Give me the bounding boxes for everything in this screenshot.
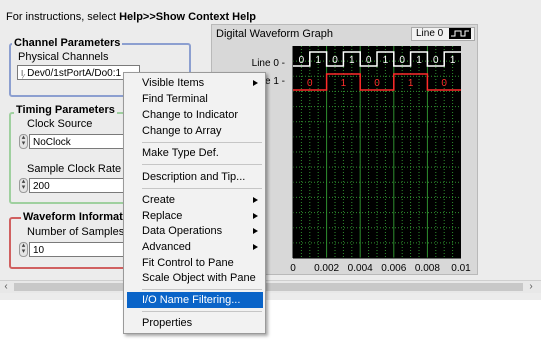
clock-source-stepper[interactable]: ▴ ▾ [19,134,28,149]
line-0-bit-label: 0 [299,55,305,66]
clock-source-field[interactable]: NoClock [29,134,129,149]
menu-item-label: Visible Items [142,77,205,89]
menu-separator [142,311,262,312]
line-1-bit-label: 1 [408,78,414,89]
io-name-icon: I⁄ [21,69,25,81]
menu-item-find-terminal[interactable]: Find Terminal [124,91,265,107]
sample-clock-rate-stepper[interactable]: ▴ ▾ [19,178,28,193]
scroll-left-arrow-icon[interactable]: ‹ [0,281,12,293]
menu-separator [142,289,262,290]
physical-channels-field[interactable]: I⁄ Dev0/1stPortA/Do0:1 [17,65,140,81]
menu-item-scale-object-with-pane[interactable]: Scale Object with Pane [124,270,265,286]
line-1-bit-label: 0 [374,78,380,89]
line-0-bit-label: 0 [399,55,405,66]
channel-parameters-title: Channel Parameters [12,37,123,49]
line-0-bit-label: 0 [366,55,372,66]
x-tick-label: 0.004 [348,263,373,274]
line-0-bit-label: 1 [416,55,422,66]
line-0-bit-label: 0 [332,55,338,66]
scroll-right-arrow-icon[interactable]: › [525,281,537,293]
submenu-arrow-icon [253,228,258,234]
submenu-arrow-icon [253,213,258,219]
menu-item-fit-control-to-pane[interactable]: Fit Control to Pane [124,255,265,271]
x-tick-label: 0.01 [451,263,471,274]
sample-clock-rate-field[interactable]: 200 [29,178,129,193]
line-1-bit-label: 0 [307,78,313,89]
menu-item-label: Scale Object with Pane [142,272,256,284]
number-of-samples-stepper[interactable]: ▴ ▾ [19,242,28,257]
timing-parameters-title: Timing Parameters [14,104,117,116]
line-0-bit-label: 0 [433,55,439,66]
menu-item-create[interactable]: Create [124,192,265,208]
menu-item-label: Description and Tip... [142,171,246,183]
submenu-arrow-icon [253,244,258,250]
number-of-samples-label: Number of Samples [27,226,125,238]
submenu-arrow-icon [253,80,258,86]
menu-item-label: Create [142,194,176,206]
x-tick-label: 0 [290,263,296,274]
menu-item-label: Make Type Def. [142,147,219,159]
physical-channels-value: Dev0/1stPortA/Do0:1 [27,68,122,79]
line-1-bit-label: 1 [341,78,347,89]
menu-separator [142,142,262,143]
menu-item-advanced[interactable]: Advanced [124,239,265,255]
clock-source-label: Clock Source [27,118,93,130]
line-0-bit-label: 1 [383,55,389,66]
menu-item-label: I/O Name Filtering... [142,294,241,306]
menu-item-label: Advanced [142,241,191,253]
menu-separator [142,188,262,189]
instructions-menu-path: Help>>Show Context Help [119,11,257,23]
menu-item-label: Find Terminal [142,93,208,105]
sample-clock-rate-label: Sample Clock Rate [27,163,122,175]
menu-item-properties[interactable]: Properties [124,315,265,331]
scrollbar-thumb[interactable] [14,283,523,291]
physical-channels-label: Physical Channels [18,51,109,63]
context-menu: Visible Items Find Terminal Change to In… [123,72,266,334]
menu-item-change-to-indicator[interactable]: Change to Indicator [124,107,265,123]
menu-item-change-to-array[interactable]: Change to Array [124,123,265,139]
menu-item-description-and-tip[interactable]: Description and Tip... [124,169,265,185]
line-0-label: Line 0 - [252,58,285,69]
number-of-samples-field[interactable]: 10 [29,242,129,257]
menu-item-io-name-filtering[interactable]: I/O Name Filtering... [127,292,263,308]
menu-item-label: Replace [142,210,183,222]
line-0-bit-label: 1 [349,55,355,66]
menu-item-data-operations[interactable]: Data Operations [124,223,265,239]
menu-item-make-type-def[interactable]: Make Type Def. [124,145,265,161]
menu-separator [142,164,262,165]
horizontal-scrollbar[interactable]: ‹ › [0,280,541,293]
menu-item-label: Fit Control to Pane [142,257,234,269]
x-tick-label: 0.008 [415,263,440,274]
waveform-information-title: Waveform Informatio [21,211,135,223]
line-1-bit-label: 0 [441,78,447,89]
menu-item-label: Data Operations [142,225,223,237]
x-tick-label: 0.002 [314,263,339,274]
front-panel: For instructions, select Help>>Show Cont… [0,0,541,300]
menu-item-label: Properties [142,317,193,329]
line-0-bit-label: 1 [450,55,456,66]
instructions-prefix: For instructions, select [6,11,120,23]
instructions-text: For instructions, select Help>>Show Cont… [6,11,256,23]
menu-item-replace[interactable]: Replace [124,208,265,224]
x-tick-label: 0.006 [381,263,406,274]
menu-item-label: Change to Indicator [142,109,239,121]
menu-item-visible-items[interactable]: Visible Items [124,75,265,91]
submenu-arrow-icon [253,197,258,203]
menu-item-label: Change to Array [142,125,222,137]
line-0-bit-label: 1 [315,55,321,66]
